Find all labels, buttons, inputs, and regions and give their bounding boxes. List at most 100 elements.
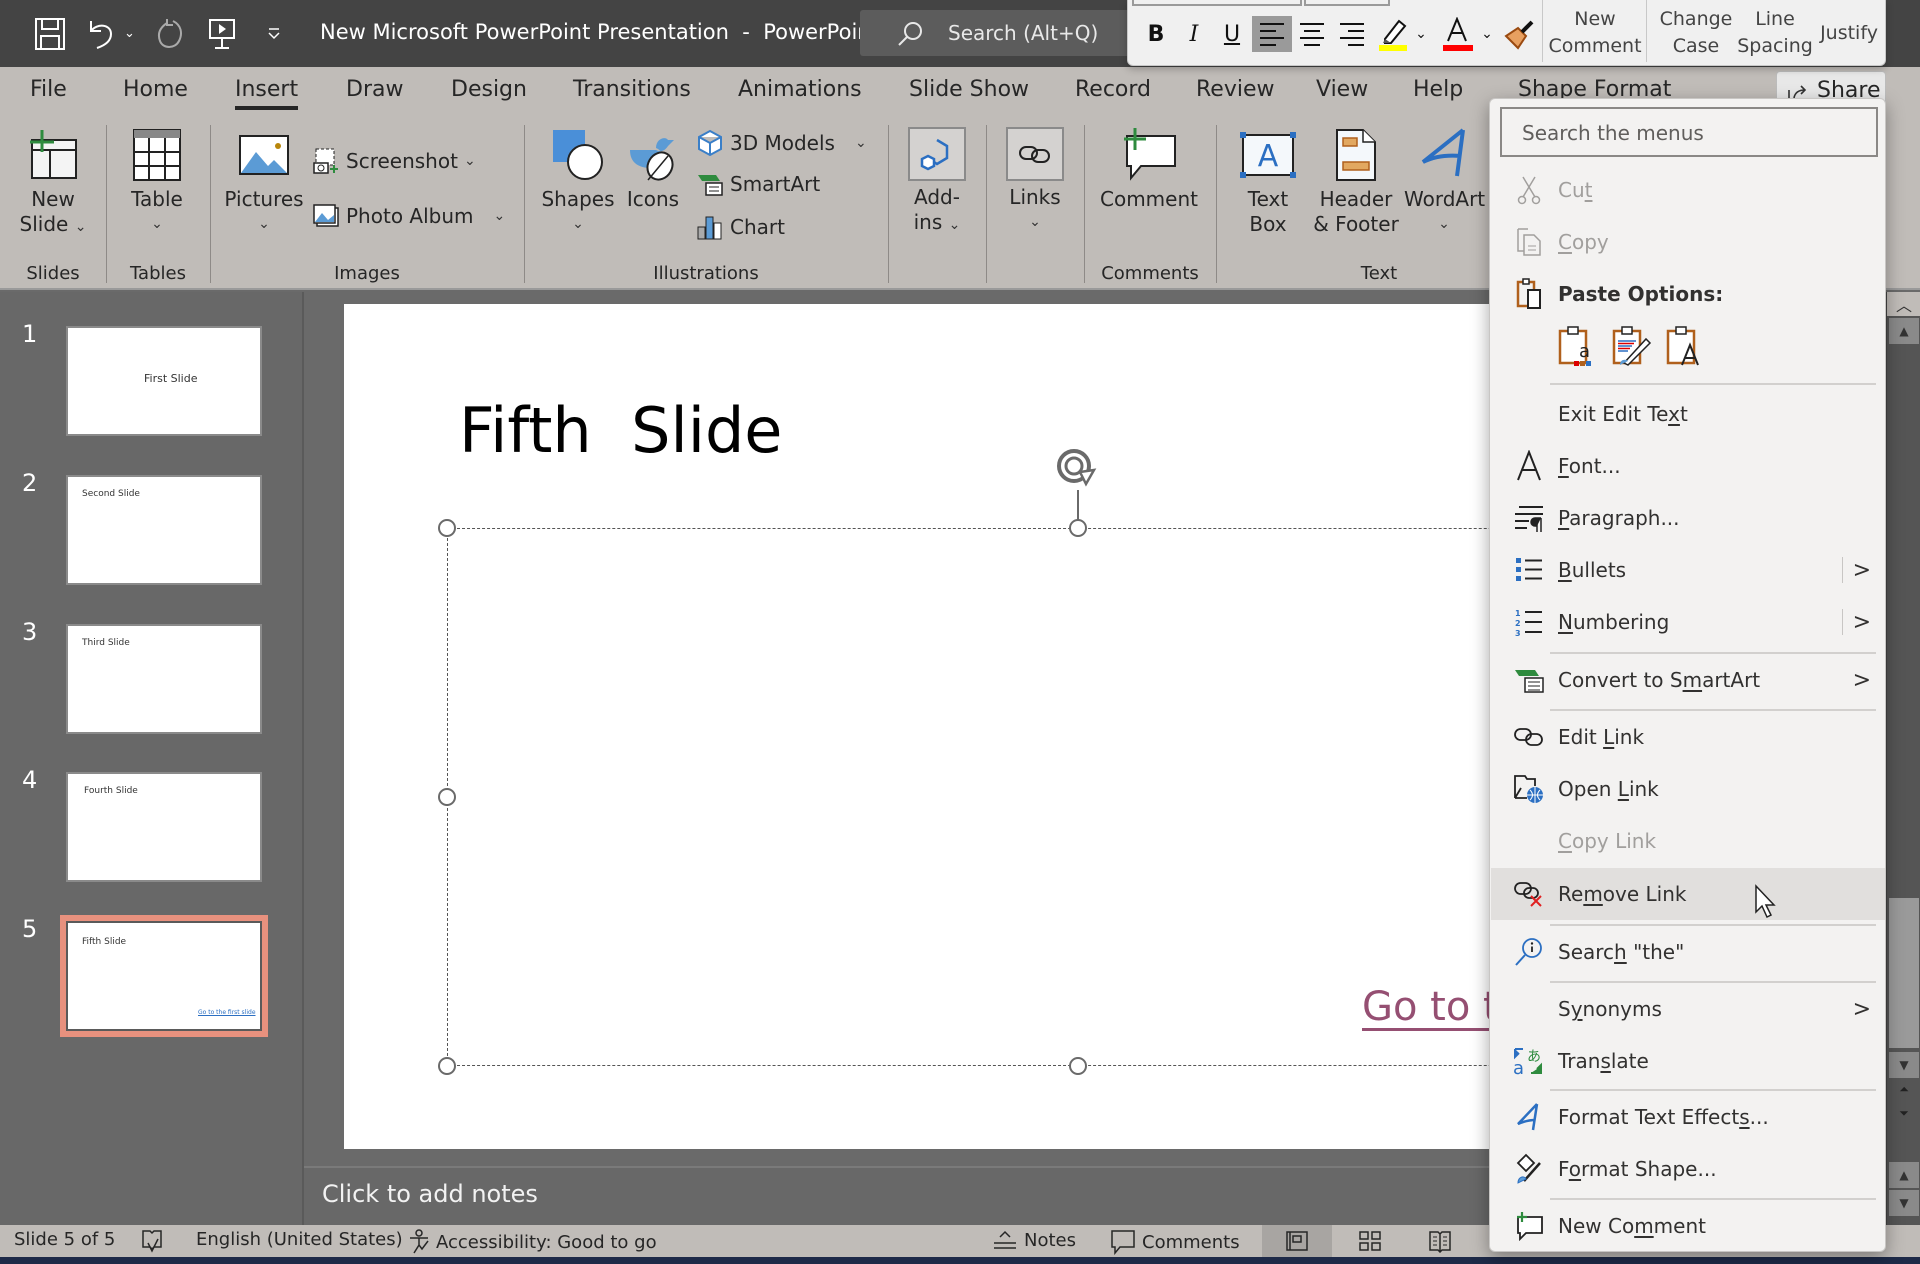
- submenu-arrow-icon[interactable]: >: [1853, 997, 1871, 1022]
- menu-item-remove-link[interactable]: Remove Link: [1491, 868, 1885, 920]
- menu-item-numbering[interactable]: 123 Numbering >: [1491, 597, 1885, 647]
- tab-insert[interactable]: Insert: [235, 77, 299, 110]
- customize-qat-button[interactable]: [254, 14, 294, 54]
- photo-album-button[interactable]: Photo Album ⌄: [312, 203, 505, 229]
- rotate-handle-icon[interactable]: [1054, 446, 1100, 492]
- tab-record[interactable]: Record: [1075, 77, 1151, 102]
- previous-slide-button[interactable]: ⏶: [1889, 1082, 1919, 1104]
- menu-item-paragraph[interactable]: Paragraph...: [1491, 493, 1885, 543]
- paste-keep-text-only-button[interactable]: [1664, 325, 1708, 369]
- icons-button[interactable]: Icons: [620, 127, 686, 212]
- menu-item-exit-edit-text[interactable]: Exit Edit Text: [1491, 389, 1885, 439]
- align-center-button[interactable]: [1292, 16, 1332, 52]
- paste-use-destination-theme-button[interactable]: [1610, 325, 1654, 369]
- tab-slide-show[interactable]: Slide Show: [909, 77, 1029, 102]
- slide-thumbnail-5[interactable]: Fifth Slide Go to the first slide: [60, 915, 268, 1037]
- header-footer-button[interactable]: Header & Footer: [1306, 127, 1406, 237]
- tab-home[interactable]: Home: [123, 77, 188, 102]
- menu-item-font[interactable]: Font...: [1491, 441, 1885, 491]
- shapes-button[interactable]: Shapes ⌄: [538, 127, 618, 237]
- slide-thumbnail-3[interactable]: Third Slide: [66, 624, 262, 734]
- search-input[interactable]: Search (Alt+Q): [860, 10, 1130, 56]
- slide-sorter-button[interactable]: [1340, 1225, 1400, 1257]
- menu-item-cut[interactable]: Cut: [1491, 165, 1885, 215]
- notes-scroll-down-button[interactable]: ▼: [1889, 1190, 1919, 1216]
- text-box-button[interactable]: A Text Box: [1228, 127, 1308, 237]
- scroll-up-button[interactable]: ▲: [1889, 318, 1919, 344]
- screenshot-button[interactable]: Screenshot ⌄: [312, 147, 476, 175]
- menu-search-input[interactable]: Search the menus: [1500, 107, 1878, 157]
- font-size-box[interactable]: [1304, 0, 1390, 6]
- scrollbar-thumb[interactable]: [1889, 898, 1919, 1048]
- justify-button[interactable]: Justify: [1814, 20, 1884, 47]
- tab-help[interactable]: Help: [1413, 77, 1463, 102]
- collapse-ribbon-button[interactable]: ︿: [1887, 292, 1920, 316]
- start-from-beginning-button[interactable]: [202, 14, 242, 54]
- highlight-dropdown[interactable]: ⌄: [1412, 16, 1430, 52]
- menu-item-convert-to-smartart[interactable]: Convert to SmartArt >: [1491, 655, 1885, 705]
- menu-item-bullets[interactable]: Bullets >: [1491, 545, 1885, 595]
- smartart-button[interactable]: SmartArt: [696, 171, 820, 197]
- slide-thumbnail-4[interactable]: Fourth Slide: [66, 772, 262, 882]
- spell-check-button[interactable]: [140, 1229, 164, 1253]
- wordart-button[interactable]: WordArt ⌄: [1404, 127, 1485, 237]
- italic-button[interactable]: I: [1178, 16, 1210, 52]
- redo-button[interactable]: [150, 14, 190, 54]
- bold-button[interactable]: B: [1140, 16, 1172, 52]
- menu-item-edit-link[interactable]: Edit Link: [1491, 712, 1885, 762]
- tab-review[interactable]: Review: [1196, 77, 1275, 102]
- tab-transitions[interactable]: Transitions: [573, 77, 691, 102]
- menu-item-format-text-effects[interactable]: Format Text Effects...: [1491, 1092, 1885, 1142]
- new-slide-button[interactable]: New Slide ⌄: [10, 127, 96, 240]
- vertical-scrollbar[interactable]: ︿ ▲ ▼ ⏶ ⏷ ▲ ▼: [1886, 292, 1920, 1225]
- slide-thumbnail-1[interactable]: First Slide: [66, 326, 262, 436]
- undo-dropdown-chevron[interactable]: ⌄: [124, 26, 135, 41]
- scroll-down-button[interactable]: ▼: [1889, 1052, 1919, 1078]
- resize-handle-top-center[interactable]: [1069, 519, 1087, 537]
- change-case-button[interactable]: Change Case: [1656, 6, 1736, 60]
- menu-item-translate[interactable]: aあ Translate: [1491, 1036, 1885, 1086]
- tab-draw[interactable]: Draw: [346, 77, 403, 102]
- submenu-arrow-icon[interactable]: >: [1853, 558, 1871, 583]
- menu-item-format-shape[interactable]: Format Shape...: [1491, 1144, 1885, 1194]
- font-name-box[interactable]: [1132, 0, 1302, 6]
- font-color-button[interactable]: [1440, 16, 1476, 52]
- undo-button[interactable]: [82, 14, 122, 54]
- comments-toggle-button[interactable]: Comments: [1110, 1229, 1240, 1255]
- table-button[interactable]: Table ⌄: [118, 127, 196, 237]
- pictures-button[interactable]: Pictures ⌄: [222, 127, 306, 237]
- chart-button[interactable]: Chart: [696, 213, 785, 241]
- notes-scroll-up-button[interactable]: ▲: [1889, 1162, 1919, 1188]
- language-indicator[interactable]: English (United States): [196, 1229, 403, 1250]
- next-slide-button[interactable]: ⏷: [1889, 1106, 1919, 1128]
- menu-item-copy-link[interactable]: Copy Link: [1491, 816, 1885, 866]
- reading-view-button[interactable]: [1410, 1225, 1470, 1257]
- hyperlink-text[interactable]: Go to t: [1362, 984, 1499, 1030]
- save-button[interactable]: [30, 14, 70, 54]
- 3d-models-button[interactable]: 3D Models ⌄: [696, 129, 867, 157]
- slide-thumbnail-2[interactable]: Second Slide: [66, 475, 262, 585]
- current-slide[interactable]: Fifth Slide Go to t: [344, 304, 1647, 1149]
- notes-toggle-button[interactable]: Notes: [992, 1229, 1076, 1251]
- tab-file[interactable]: File: [30, 77, 67, 102]
- resize-handle-bottom-left[interactable]: [438, 1057, 456, 1075]
- new-comment-button[interactable]: New Comment: [1548, 6, 1642, 60]
- menu-item-smart-lookup[interactable]: Search "the": [1491, 927, 1885, 977]
- menu-item-synonyms[interactable]: Synonyms >: [1491, 984, 1885, 1034]
- align-left-button[interactable]: [1252, 16, 1292, 52]
- highlight-color-button[interactable]: [1376, 16, 1412, 52]
- slide-title[interactable]: Fifth Slide: [459, 394, 782, 467]
- menu-item-copy[interactable]: Copy: [1491, 217, 1885, 267]
- submenu-arrow-icon[interactable]: >: [1853, 668, 1871, 693]
- format-painter-button[interactable]: [1502, 16, 1538, 52]
- add-ins-button[interactable]: Add- ins ⌄: [900, 127, 974, 238]
- font-color-dropdown[interactable]: ⌄: [1478, 16, 1496, 52]
- submenu-arrow-icon[interactable]: >: [1853, 610, 1871, 635]
- resize-handle-bottom-center[interactable]: [1069, 1057, 1087, 1075]
- links-button[interactable]: Links ⌄: [998, 127, 1072, 235]
- resize-handle-top-left[interactable]: [438, 519, 456, 537]
- tab-design[interactable]: Design: [451, 77, 527, 102]
- underline-button[interactable]: U: [1216, 16, 1248, 52]
- tab-view[interactable]: View: [1316, 77, 1368, 102]
- menu-item-new-comment[interactable]: New Comment: [1491, 1201, 1885, 1251]
